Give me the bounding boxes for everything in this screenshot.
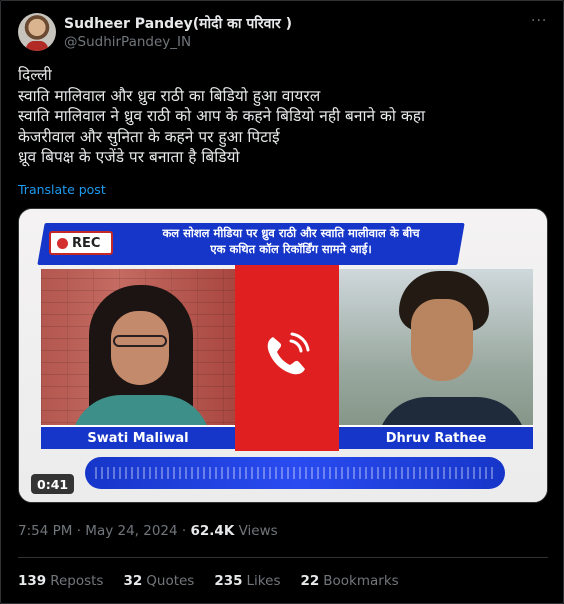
video-duration-badge: 0:41 — [31, 474, 75, 494]
headline-banner-text: कल सोशल मीडिया पर ध्रुव राठी और स्वाति म… — [131, 225, 451, 257]
quotes-label: Quotes — [146, 573, 195, 589]
author-name[interactable]: Sudheer Pandey(मोदी का परिवार ) — [64, 14, 292, 33]
rec-indicator: REC — [49, 231, 113, 255]
reposts-stat[interactable]: 139 Reposts — [18, 573, 103, 589]
phone-call-icon — [267, 332, 310, 375]
quotes-stat[interactable]: 32 Quotes — [123, 573, 194, 589]
left-name-tag: Swati Maliwal — [41, 425, 235, 449]
rec-label: REC — [72, 235, 101, 251]
record-dot-icon — [57, 237, 68, 249]
reposts-count: 139 — [18, 573, 47, 589]
waveform-icon — [95, 467, 495, 479]
glasses-icon — [113, 335, 167, 347]
more-options-icon[interactable]: ··· — [531, 13, 547, 29]
avatar[interactable] — [18, 13, 56, 51]
quotes-count: 32 — [123, 573, 143, 589]
video-player[interactable]: कल सोशल मीडिया पर ध्रुव राठी और स्वाति म… — [18, 208, 548, 503]
likes-stat[interactable]: 235 Likes — [214, 573, 280, 589]
views-label: Views — [238, 523, 278, 539]
meta-separator: · — [76, 523, 86, 539]
left-portrait — [41, 269, 235, 447]
tweet-text-line: स्वाति मालिवाल ने ध्रुव राठी को आप के कह… — [18, 107, 426, 125]
bookmarks-stat[interactable]: 22 Bookmarks — [300, 573, 398, 589]
banner-line: कल सोशल मीडिया पर ध्रुव राठी और स्वाति म… — [162, 226, 420, 240]
tweet-text-line: केजरीवाल और सुनिता के कहने पर हुआ पिटाई — [18, 127, 280, 146]
post-time[interactable]: 7:54 PM — [18, 523, 72, 539]
tweet-text-line: ध्रूव बिपक्ष के एजेंडे पर बनाता है बिडिय… — [18, 148, 240, 166]
translate-post-link[interactable]: Translate post — [18, 182, 106, 197]
right-name-tag: Dhruv Rathee — [339, 425, 533, 449]
right-portrait — [339, 269, 533, 447]
likes-count: 235 — [214, 573, 243, 589]
meta-separator: · — [181, 523, 191, 539]
tweet-text: दिल्ली स्वाति मालिवाल और ध्रुव राठी का ब… — [18, 65, 548, 168]
views-count: 62.4K — [190, 523, 235, 539]
bookmarks-label: Bookmarks — [323, 573, 399, 589]
tweet-card: Sudheer Pandey(मोदी का परिवार ) @SudhirP… — [0, 0, 564, 604]
likes-label: Likes — [246, 573, 281, 589]
tweet-text-line: दिल्ली — [18, 66, 52, 84]
reposts-label: Reposts — [50, 573, 104, 589]
bookmarks-count: 22 — [300, 573, 320, 589]
tweet-text-line: स्वाति मालिवाल और ध्रुव राठी का बिडियो ह… — [18, 86, 321, 105]
post-meta: 7:54 PM · May 24, 2024 · 62.4K Views — [18, 523, 278, 539]
author-handle[interactable]: @SudhirPandey_IN — [64, 34, 191, 50]
divider — [18, 557, 548, 558]
post-date[interactable]: May 24, 2024 — [85, 523, 177, 539]
banner-line: एक कथित कॉल रिकॉर्डिंग सामने आई। — [210, 242, 372, 256]
engagement-stats: 139 Reposts 32 Quotes 235 Likes 22 Bookmarks — [18, 573, 399, 589]
